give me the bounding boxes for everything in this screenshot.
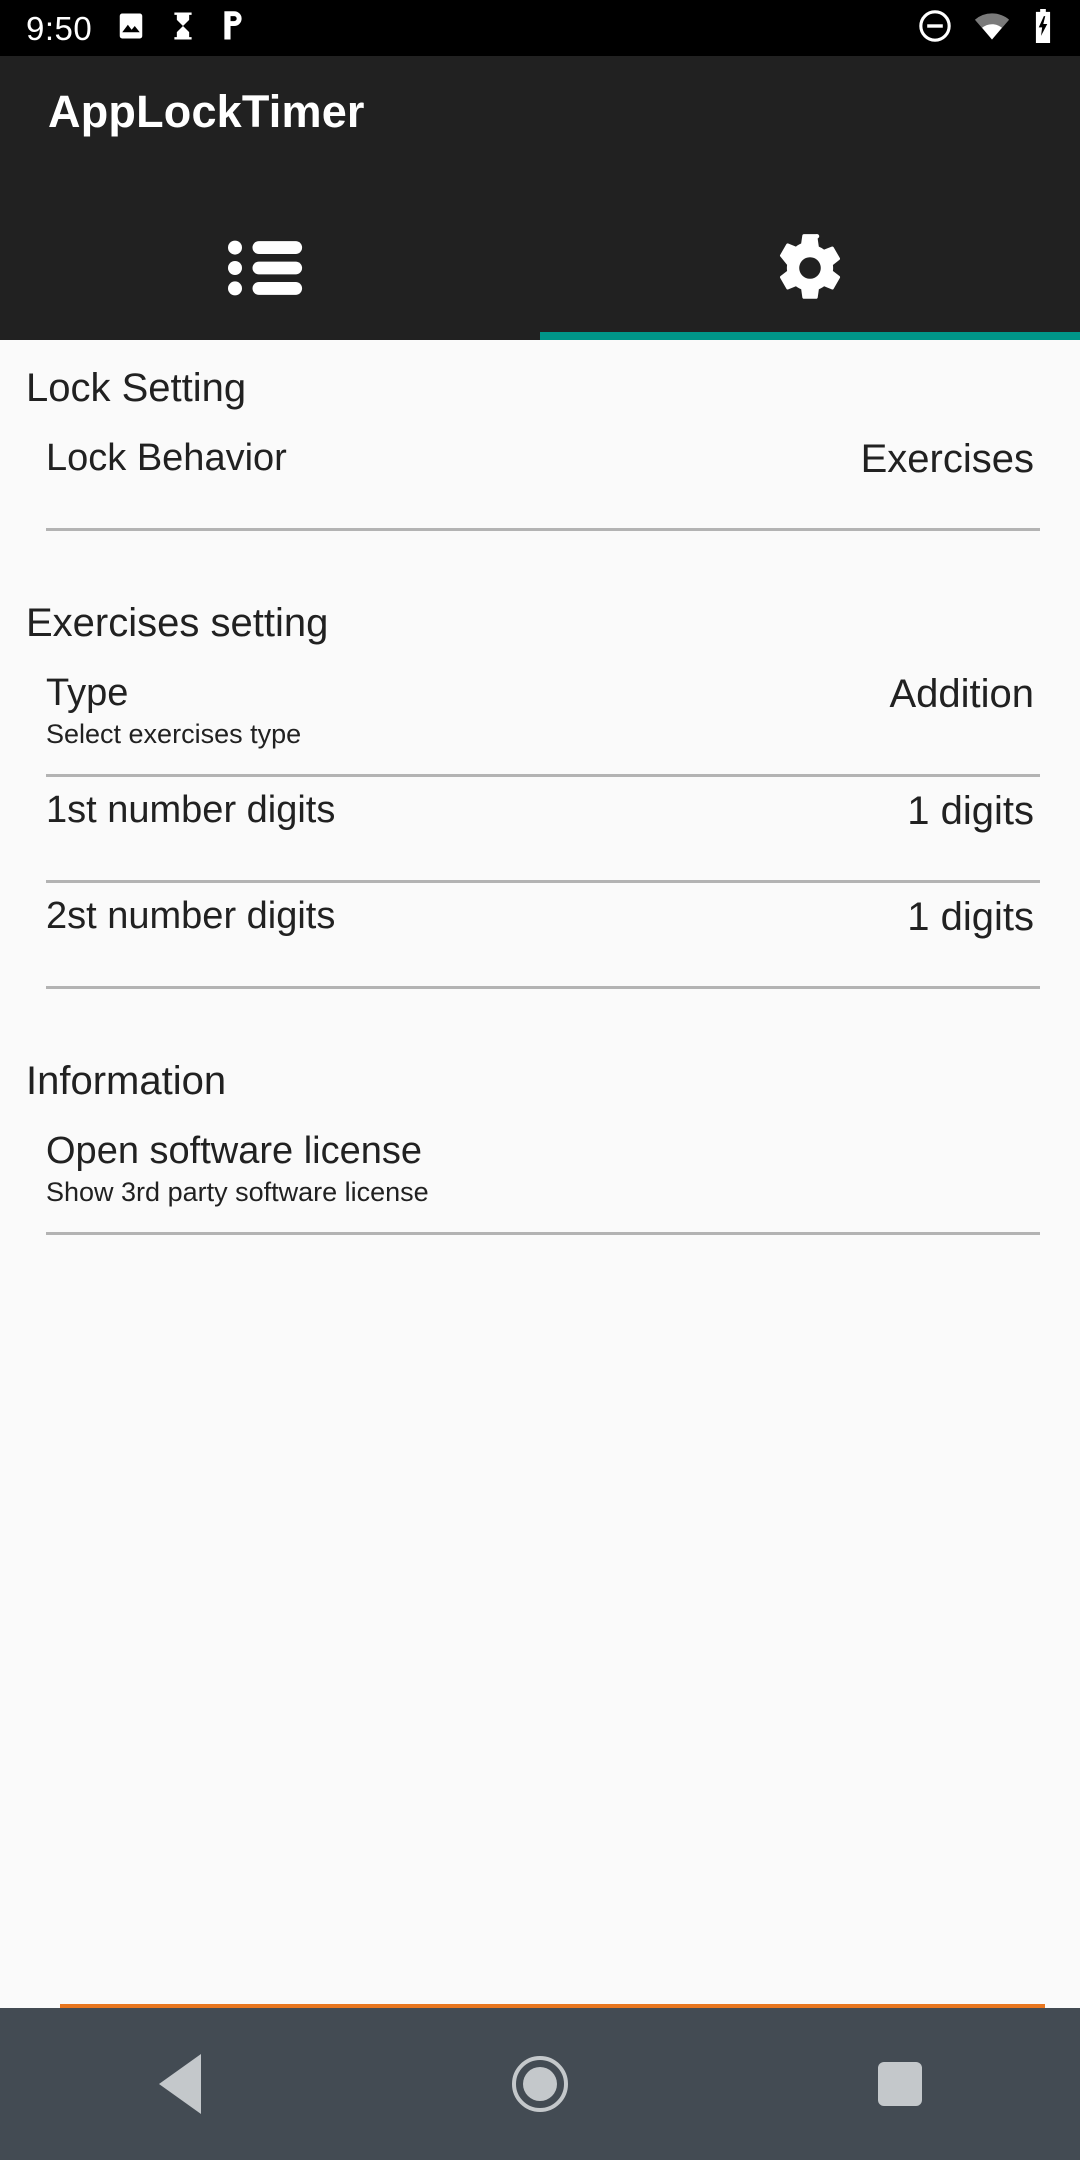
divider	[46, 1232, 1040, 1236]
pref-value: 1 digits	[907, 789, 1034, 834]
home-circle-icon	[512, 2056, 568, 2112]
settings-list: Lock Setting Lock Behavior Exercises Exe…	[0, 340, 1080, 2008]
section-header-information: Information	[26, 1059, 227, 1104]
status-bar-clock: 9:50	[26, 9, 93, 47]
pref-type[interactable]: Type Select exercises type Addition	[0, 660, 1080, 774]
tab-list[interactable]	[0, 200, 540, 340]
tab-indicator-list	[0, 332, 540, 340]
pref-main: Lock Behavior	[46, 435, 287, 481]
status-bar: 9:50	[0, 0, 1080, 56]
pref-title: 2st number digits	[46, 895, 336, 938]
tab-bar	[0, 200, 1080, 340]
do-not-disturb-icon	[918, 9, 952, 48]
back-triangle-icon	[159, 2054, 201, 2114]
pref-summary: Show 3rd party software license	[46, 1177, 429, 1208]
pref-second-number-digits[interactable]: 2st number digits 1 digits	[0, 883, 1080, 962]
hourglass-icon	[168, 10, 198, 47]
status-bar-system-icons	[918, 8, 1054, 48]
section-header-lock-setting: Lock Setting	[26, 366, 247, 410]
pref-value: Exercises	[860, 437, 1034, 481]
nav-home-button[interactable]	[360, 2056, 720, 2112]
pref-value: 1 digits	[907, 895, 1034, 940]
pref-title: 1st number digits	[46, 789, 336, 832]
nav-back-button[interactable]	[0, 2054, 360, 2114]
pref-first-number-digits[interactable]: 1st number digits 1 digits	[0, 777, 1080, 856]
pref-open-software-license[interactable]: Open software license Show 3rd party sof…	[0, 1118, 1080, 1232]
pref-title: Type	[46, 672, 129, 714]
recents-square-icon	[878, 2062, 922, 2106]
section-header-exercises-setting: Exercises setting	[26, 601, 329, 645]
status-bar-notification-icons	[116, 10, 246, 47]
pref-title: Open software license	[46, 1130, 422, 1173]
pref-main: 1st number digits	[46, 787, 335, 833]
gear-icon	[773, 231, 847, 310]
navigation-bar	[0, 2008, 1080, 2160]
pref-main: Open software license Show 3rd party sof…	[46, 1128, 429, 1210]
tab-indicator-settings	[540, 332, 1080, 340]
image-icon	[116, 11, 146, 46]
pandora-icon	[220, 10, 246, 47]
list-icon	[226, 233, 314, 308]
tab-settings[interactable]	[540, 200, 1080, 340]
app-bar: AppLockTimer	[0, 56, 1080, 340]
phone-screen: 9:50 AppLockTimer Lock Setting Lock Beha…	[0, 0, 1080, 2160]
nav-recents-button[interactable]	[720, 2062, 1080, 2106]
pref-lock-behavior[interactable]: Lock Behavior Exercises	[0, 425, 1080, 504]
pref-title: Lock Behavior	[46, 437, 287, 479]
battery-charging-icon	[1032, 8, 1054, 48]
pref-summary: Select exercises type	[46, 719, 302, 750]
page-title: AppLockTimer	[48, 86, 365, 137]
pref-value: Addition	[889, 672, 1034, 716]
wifi-icon	[974, 11, 1010, 46]
pref-main: 2st number digits	[46, 893, 335, 939]
pref-main: Type Select exercises type	[46, 670, 301, 752]
